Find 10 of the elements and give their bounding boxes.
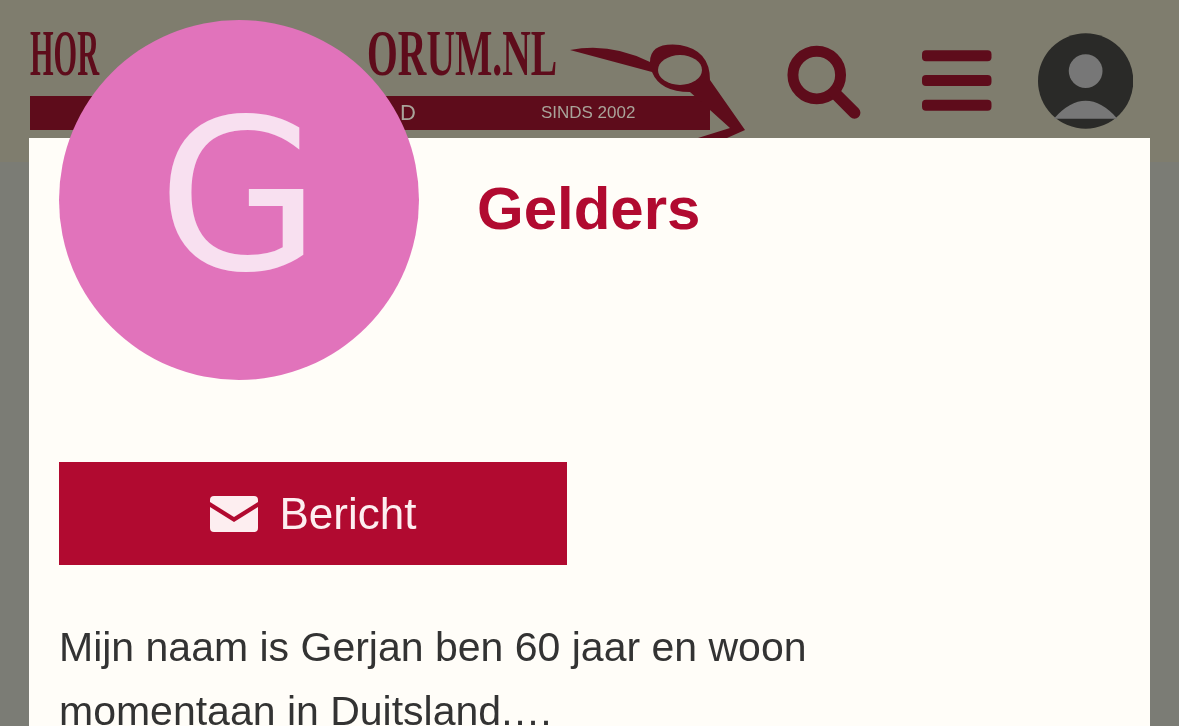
logo-text: HOR (30, 14, 100, 91)
logo-tagline: D (400, 100, 416, 126)
profile-name: Gelders (477, 174, 702, 243)
logo-text: ORUM.NL (367, 14, 558, 91)
profile-bio: Mijn naam is Gerjan ben 60 jaar en woon momentaan in Duitsland.… (59, 623, 808, 726)
menu-icon[interactable] (922, 50, 992, 112)
envelope-icon (209, 495, 258, 532)
user-avatar[interactable] (1037, 33, 1133, 129)
logo-since: SINDS 2002 (540, 103, 636, 123)
message-button[interactable]: Bericht (59, 462, 567, 565)
